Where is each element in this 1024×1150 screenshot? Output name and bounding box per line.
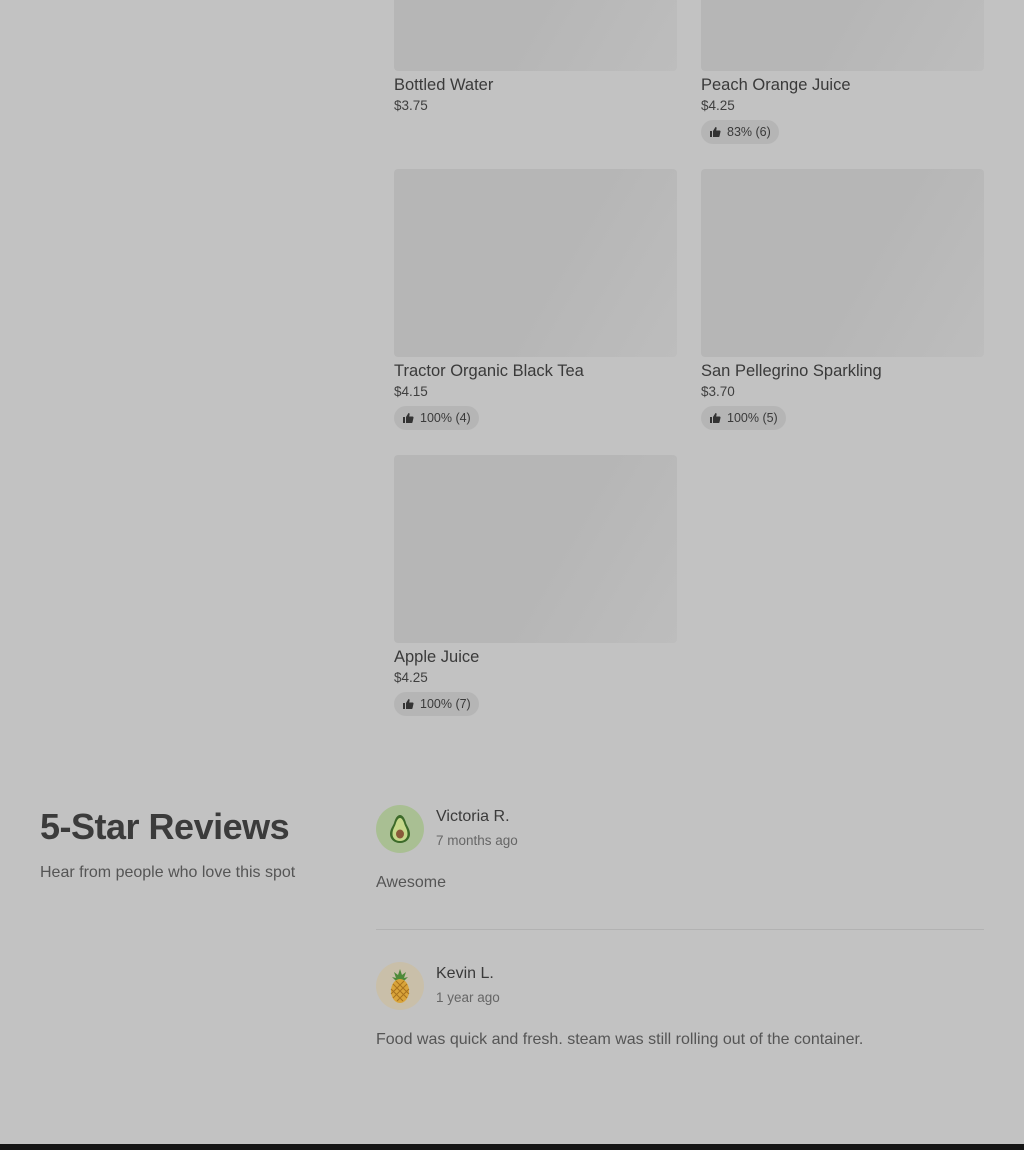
reviewer-name: Kevin L. (436, 965, 494, 982)
review-item: Victoria R. 7 months ago Awesome (376, 805, 984, 893)
menu-item-card[interactable]: Bottled Water $3.75 (394, 0, 677, 114)
avatar (376, 805, 424, 853)
menu-item-name: San Pellegrino Sparkling (701, 362, 882, 380)
thumbs-up-icon (403, 413, 414, 423)
reviews-title: 5-Star Reviews (40, 806, 290, 847)
pineapple-icon (390, 969, 410, 1003)
thumbs-up-icon (403, 699, 414, 709)
review-text: Awesome (376, 874, 446, 891)
rating-text: 100% (7) (420, 697, 471, 711)
menu-item-card[interactable]: Peach Orange Juice $4.25 83% (6) (701, 0, 984, 144)
menu-item-image (394, 169, 677, 357)
menu-item-name: Peach Orange Juice (701, 76, 851, 94)
menu-item-price: $4.15 (394, 384, 428, 399)
rating-text: 100% (5) (727, 411, 778, 425)
footer-bar (0, 1144, 1024, 1150)
rating-badge: 100% (4) (394, 406, 479, 430)
thumbs-up-icon (710, 127, 721, 137)
avatar (376, 962, 424, 1010)
menu-item-card[interactable]: San Pellegrino Sparkling $3.70 100% (5) (701, 169, 984, 430)
avocado-icon (390, 815, 410, 843)
menu-item-image (394, 0, 677, 71)
reviews-header: 5-Star Reviews Hear from people who love… (40, 805, 340, 883)
menu-item-name: Bottled Water (394, 76, 494, 94)
review-time: 1 year ago (436, 990, 500, 1005)
thumbs-up-icon (710, 413, 721, 423)
menu-item-image (701, 169, 984, 357)
menu-item-name: Tractor Organic Black Tea (394, 362, 584, 380)
menu-item-name: Apple Juice (394, 648, 480, 666)
menu-item-price: $4.25 (701, 98, 735, 113)
rating-badge: 100% (7) (394, 692, 479, 716)
rating-text: 83% (6) (727, 125, 771, 139)
menu-item-price: $4.25 (394, 670, 428, 685)
rating-badge: 83% (6) (701, 120, 779, 144)
menu-item-card[interactable]: Tractor Organic Black Tea $4.15 100% (4) (394, 169, 677, 430)
review-time: 7 months ago (436, 833, 518, 848)
menu-item-price: $3.70 (701, 384, 735, 399)
menu-item-image (394, 455, 677, 643)
reviewer-name: Victoria R. (436, 808, 510, 825)
menu-item-price: $3.75 (394, 98, 428, 113)
rating-text: 100% (4) (420, 411, 471, 425)
review-divider (376, 929, 984, 930)
rating-badge: 100% (5) (701, 406, 786, 430)
menu-item-image (701, 0, 984, 71)
review-text: Food was quick and fresh. steam was stil… (376, 1031, 864, 1048)
menu-item-card[interactable]: Apple Juice $4.25 100% (7) (394, 455, 677, 716)
review-item: Kevin L. 1 year ago Food was quick and f… (376, 962, 984, 1050)
reviews-subtitle: Hear from people who love this spot (40, 864, 296, 881)
